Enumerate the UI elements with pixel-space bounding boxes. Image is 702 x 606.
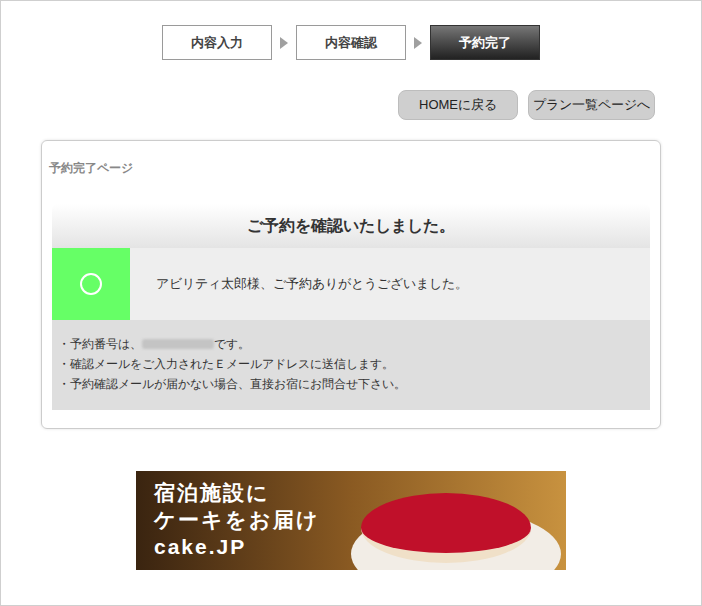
message-row: アビリティ太郎様、ご予約ありがとうございました。 xyxy=(52,248,650,320)
note-text: ・確認メールをご入力されたＥメールアドレスに送信します。 xyxy=(58,354,394,374)
note-text: ・予約確認メールが届かない場合、直接お宿にお問合せ下さい。 xyxy=(58,374,406,394)
step-label: 予約完了 xyxy=(459,33,511,53)
card-title: 予約完了ページ xyxy=(49,161,650,175)
result-panel: ご予約を確認いたしました。アビリティ太郎様、ご予約ありがとうございました。・予約… xyxy=(52,204,650,410)
step-label: 内容確認 xyxy=(325,33,377,53)
notes: ・予約番号は、 です。・確認メールをご入力されたＥメールアドレスに送信します。・予… xyxy=(52,320,650,410)
note-suffix: です。 xyxy=(214,334,250,354)
banner-line: 宿泊施設に xyxy=(154,479,566,506)
step-indicator: 内容入力 内容確認 予約完了 xyxy=(1,1,701,60)
banner-text: 宿泊施設にケーキをお届けcake.JP xyxy=(136,471,566,560)
completion-card: 予約完了ページご予約を確認いたしました。アビリティ太郎様、ご予約ありがとうござい… xyxy=(41,140,661,429)
success-icon xyxy=(52,248,130,320)
note-line: ・予約確認メールが届かない場合、直接お宿にお問合せ下さい。 xyxy=(58,374,644,394)
banner-area: 宿泊施設にケーキをお届けcake.JP xyxy=(1,471,701,570)
result-heading: ご予約を確認いたしました。 xyxy=(52,204,650,248)
note-line: ・予約番号は、 です。 xyxy=(58,334,644,354)
cake-icon xyxy=(361,493,531,563)
arrow-icon xyxy=(272,37,296,49)
plan-list-button[interactable]: プラン一覧ページへ xyxy=(528,90,655,120)
step: 内容確認 xyxy=(296,25,406,60)
nav-buttons: HOMEに戻るプラン一覧ページへ xyxy=(1,90,701,120)
home-button[interactable]: HOMEに戻る xyxy=(398,90,518,120)
redacted-number xyxy=(142,339,214,349)
step: 予約完了 xyxy=(430,25,540,60)
step: 内容入力 xyxy=(162,25,272,60)
banner-line: ケーキをお届け xyxy=(154,506,566,533)
cake-banner[interactable]: 宿泊施設にケーキをお届けcake.JP xyxy=(136,471,566,570)
note-text: ・予約番号は、 xyxy=(58,334,142,354)
arrow-icon xyxy=(406,37,430,49)
banner-line: cake.JP xyxy=(154,533,566,560)
circle-icon xyxy=(80,273,102,295)
note-line: ・確認メールをご入力されたＥメールアドレスに送信します。 xyxy=(58,354,644,374)
step-label: 内容入力 xyxy=(191,33,243,53)
thank-you-message: アビリティ太郎様、ご予約ありがとうございました。 xyxy=(130,248,468,320)
